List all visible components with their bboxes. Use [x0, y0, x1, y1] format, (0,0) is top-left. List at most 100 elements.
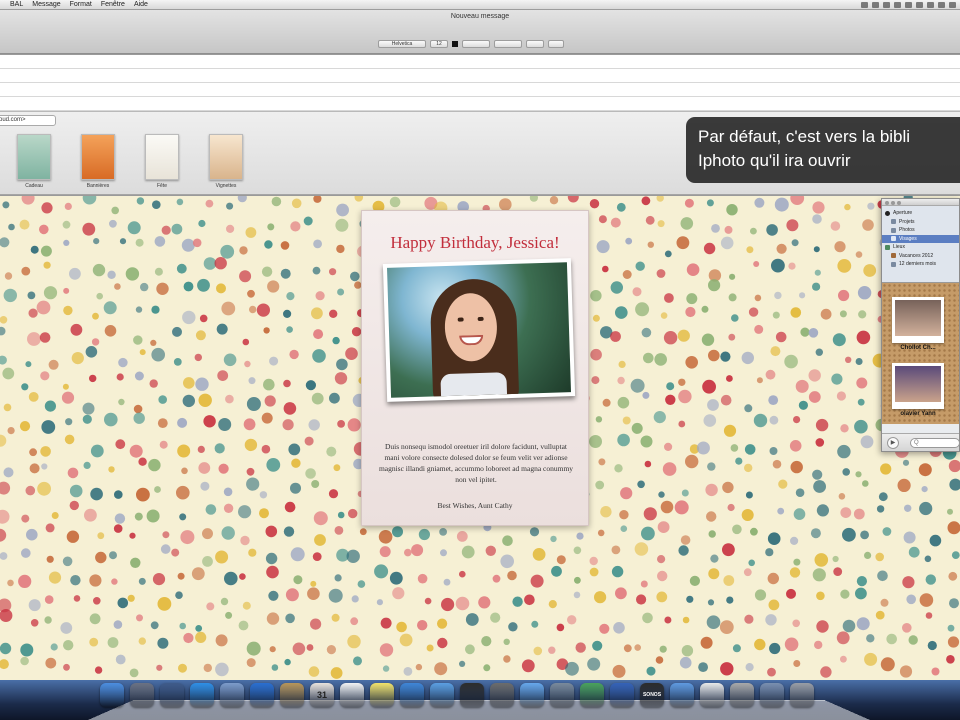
- stationery-fete[interactable]: Fête: [137, 134, 187, 189]
- minimize-button[interactable]: [891, 201, 895, 205]
- face-card[interactable]: olavier Yann: [892, 363, 944, 417]
- document-icon[interactable]: [700, 683, 724, 707]
- card-message[interactable]: Duis nonsequ ismodol oreetuer iril dolor…: [378, 441, 574, 485]
- source-aperture[interactable]: Aperture: [882, 209, 959, 218]
- polka-dot: [195, 377, 209, 391]
- align-buttons[interactable]: [494, 40, 522, 48]
- polka-dot: [239, 573, 246, 580]
- status-icon[interactable]: [916, 2, 923, 8]
- message-body[interactable]: Happy Birthday, Jessica! Duis nonsequ is…: [0, 196, 960, 680]
- keynote-icon[interactable]: [610, 683, 634, 707]
- polka-dot: [630, 378, 645, 393]
- source-lieux[interactable]: Lieux: [882, 243, 959, 252]
- photos-stack-icon[interactable]: [730, 683, 754, 707]
- birthday-card[interactable]: Happy Birthday, Jessica! Duis nonsequ is…: [361, 210, 589, 526]
- polka-dot: [856, 617, 870, 631]
- trash-icon[interactable]: [790, 683, 814, 707]
- itunes-icon[interactable]: [400, 683, 424, 707]
- status-icon[interactable]: [872, 2, 879, 8]
- text-color-swatch[interactable]: [452, 41, 458, 47]
- polka-dot: [4, 272, 13, 280]
- app-store-icon[interactable]: [190, 683, 214, 707]
- status-icon[interactable]: [894, 2, 901, 8]
- font-size-select[interactable]: 12: [430, 40, 448, 48]
- aperture-icon[interactable]: [460, 683, 484, 707]
- font-select[interactable]: Helvetica: [378, 40, 426, 48]
- polka-dot: [149, 379, 158, 388]
- search-input[interactable]: Q: [910, 438, 960, 448]
- stationery-vignettes[interactable]: Vignettes: [201, 134, 251, 189]
- status-icon[interactable]: [938, 2, 945, 8]
- source-visages[interactable]: Visages: [882, 234, 959, 243]
- polka-dot: [176, 198, 184, 206]
- menu-bal[interactable]: BAL: [10, 1, 23, 8]
- polka-dot: [902, 576, 915, 589]
- menu-message[interactable]: Message: [32, 1, 60, 8]
- polka-dot: [455, 596, 470, 611]
- zoom-button[interactable]: [897, 201, 901, 205]
- polka-dot: [654, 353, 667, 366]
- card-title[interactable]: Happy Birthday, Jessica!: [362, 233, 588, 253]
- polka-dot: [269, 646, 276, 653]
- polka-dot: [838, 289, 850, 302]
- card-photo[interactable]: [382, 258, 576, 402]
- menu-fenetre[interactable]: Fenêtre: [101, 1, 125, 8]
- polka-dot: [286, 326, 293, 333]
- source-projets[interactable]: Projets: [882, 218, 959, 227]
- finder-icon[interactable]: [100, 683, 124, 707]
- iphoto-icon[interactable]: [670, 683, 694, 707]
- polka-dot: [795, 488, 805, 498]
- safari-icon[interactable]: [250, 683, 274, 707]
- polka-dot: [85, 346, 98, 358]
- source-12-mois[interactable]: 12 derniers mois: [882, 260, 959, 269]
- status-icon[interactable]: [927, 2, 934, 8]
- calendar-icon[interactable]: 31: [310, 683, 334, 707]
- polka-dot: [816, 620, 829, 633]
- notes-icon[interactable]: [370, 683, 394, 707]
- status-icon[interactable]: [883, 2, 890, 8]
- close-button[interactable]: [885, 201, 889, 205]
- polka-dot: [707, 399, 719, 411]
- polka-dot: [263, 378, 275, 391]
- indent-buttons[interactable]: [526, 40, 544, 48]
- subject-field[interactable]: [0, 83, 960, 97]
- cc-field[interactable]: [0, 69, 960, 83]
- polka-dot: [741, 509, 754, 521]
- from-field[interactable]: [0, 97, 960, 111]
- play-icon[interactable]: ▶: [887, 437, 899, 449]
- status-icon[interactable]: [949, 2, 956, 8]
- polka-dot: [154, 267, 163, 276]
- stationery-cadeau[interactable]: Cadeau: [9, 134, 59, 189]
- source-photos[interactable]: Photos: [882, 226, 959, 235]
- dashboard-icon[interactable]: [160, 683, 184, 707]
- contacts-icon[interactable]: [280, 683, 304, 707]
- card-signature[interactable]: Best Wishes, Aunt Cathy: [362, 501, 588, 510]
- menu-format[interactable]: Format: [70, 1, 92, 8]
- reminders-icon[interactable]: [340, 683, 364, 707]
- photo-booth-icon[interactable]: [490, 683, 514, 707]
- list-button[interactable]: [548, 40, 564, 48]
- to-field[interactable]: [0, 55, 960, 69]
- polka-dot: [354, 196, 364, 202]
- stationery-bannieres[interactable]: Bannières: [73, 134, 123, 189]
- polka-dot: [28, 599, 41, 612]
- polka-dot: [156, 664, 163, 671]
- polka-dot: [610, 331, 621, 342]
- face-card[interactable]: Chollot Ch...: [892, 297, 944, 351]
- messages-icon[interactable]: [520, 683, 544, 707]
- launchpad-icon[interactable]: [130, 683, 154, 707]
- preview-icon[interactable]: [550, 683, 574, 707]
- safari-alt-icon[interactable]: [430, 683, 454, 707]
- style-buttons[interactable]: [462, 40, 490, 48]
- numbers-icon[interactable]: [580, 683, 604, 707]
- sonos-icon[interactable]: SONOS: [640, 683, 664, 707]
- source-vacances[interactable]: Vacances 2012: [882, 252, 959, 261]
- folder-icon[interactable]: [760, 683, 784, 707]
- polka-dot: [0, 609, 13, 622]
- status-icon[interactable]: [905, 2, 912, 8]
- mail-icon[interactable]: [220, 683, 244, 707]
- menu-aide[interactable]: Aide: [134, 1, 148, 8]
- polka-dot: [328, 489, 339, 499]
- polka-dot: [203, 663, 212, 673]
- status-icon[interactable]: [861, 2, 868, 8]
